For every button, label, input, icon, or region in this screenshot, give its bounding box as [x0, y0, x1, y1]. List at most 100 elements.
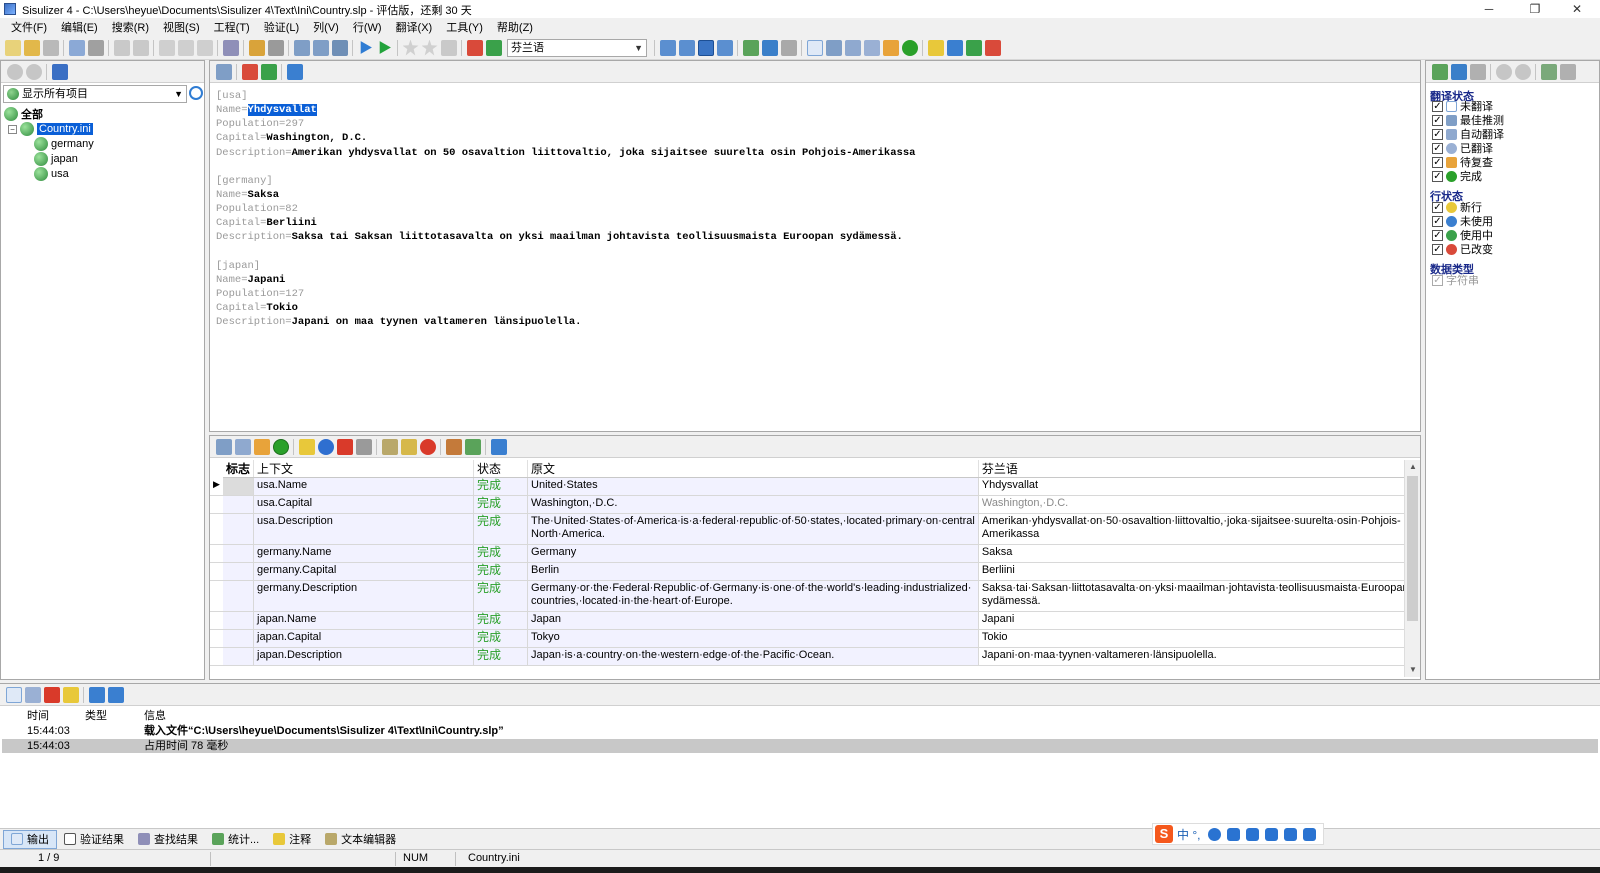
checkbox[interactable]: ✓ — [1432, 215, 1443, 227]
open-project-icon[interactable] — [23, 39, 40, 56]
translation-cell[interactable]: Amerikan·yhdysvallat·on·50·osavaltion·li… — [978, 513, 1419, 545]
preview-validate-icon[interactable] — [241, 63, 258, 80]
context-cell[interactable]: japan.Name — [253, 611, 475, 630]
checkbox[interactable]: ✓ — [1432, 170, 1443, 182]
translation-cell[interactable]: Japani·on·maa·tyynen·valtameren·länsipuo… — [978, 647, 1419, 666]
column-header-flag[interactable]: 标志 — [223, 460, 255, 478]
status-cell[interactable]: 完成 — [473, 544, 529, 563]
table-row[interactable]: japan.Description 完成 Japan·is·a·country·… — [210, 647, 1419, 666]
grid-auto-icon[interactable] — [234, 438, 251, 455]
comment-icon[interactable] — [400, 438, 417, 455]
filter-row-unused[interactable]: ✓ 未使用 — [1432, 214, 1493, 228]
cut-icon[interactable] — [158, 39, 175, 56]
grid-print-icon[interactable] — [355, 438, 372, 455]
log-row[interactable]: 15:44:03 占用时间 78 毫秒 — [2, 739, 1598, 753]
print-preview-icon[interactable] — [68, 39, 85, 56]
funnel-icon[interactable] — [780, 39, 797, 56]
new-project-icon[interactable] — [4, 39, 21, 56]
filter-complete[interactable]: ✓ 完成 — [1432, 169, 1482, 183]
status-cell[interactable]: 完成 — [473, 562, 529, 581]
context-cell[interactable]: japan.Description — [253, 647, 475, 666]
status-cell[interactable]: 完成 — [473, 647, 529, 666]
filter-icon[interactable] — [1431, 63, 1448, 80]
undo-icon[interactable] — [113, 39, 130, 56]
flag-cell[interactable] — [223, 562, 255, 581]
star-outline-icon[interactable] — [421, 39, 438, 56]
info-icon[interactable] — [317, 438, 334, 455]
column-header-context[interactable]: 上下文 — [253, 460, 475, 478]
flag-cell[interactable] — [223, 580, 255, 612]
checkbox[interactable]: ✓ — [1432, 229, 1443, 241]
original-cell[interactable]: Tokyo — [527, 629, 979, 648]
table-row[interactable]: usa.Capital 完成 Washington,·D.C. Washingt… — [210, 495, 1419, 514]
tab-comments[interactable]: 注释 — [266, 830, 318, 849]
row-unused-icon[interactable] — [946, 39, 963, 56]
table-row[interactable]: germany.Name 完成 Germany Saksa — [210, 544, 1419, 563]
grid-options-icon[interactable] — [490, 438, 507, 455]
original-cell[interactable]: Berlin — [527, 562, 979, 581]
back-icon[interactable] — [1495, 63, 1512, 80]
context-cell[interactable]: germany.Description — [253, 580, 475, 612]
flag-cell[interactable] — [223, 647, 255, 666]
grid-filter-icon[interactable] — [464, 438, 481, 455]
layout-horizontal-icon[interactable] — [697, 39, 714, 56]
exchange-icon[interactable] — [331, 39, 348, 56]
edit-icon[interactable] — [381, 438, 398, 455]
context-cell[interactable]: japan.Capital — [253, 629, 475, 648]
status-cell[interactable]: 完成 — [473, 477, 529, 496]
filter-row-changed[interactable]: ✓ 已改变 — [1432, 242, 1493, 256]
log-row[interactable]: 15:44:03 载入文件“C:\Users\heyue\Documents\S… — [0, 724, 1600, 738]
status-cell[interactable]: 完成 — [473, 611, 529, 630]
layout-grid-icon[interactable] — [678, 39, 695, 56]
language-select[interactable]: 芬兰语 ▼ — [507, 38, 647, 57]
tools-icon[interactable] — [312, 39, 329, 56]
tab-output[interactable]: 输出 — [3, 829, 57, 849]
ime-mode[interactable]: 中 °, — [1177, 826, 1200, 843]
checkbox[interactable]: ✓ — [1432, 243, 1443, 255]
tab-validation-results[interactable]: 验证结果 — [57, 830, 131, 849]
translation-cell[interactable]: Yhdysvallat — [978, 477, 1419, 496]
menu-tools[interactable]: 工具(Y) — [439, 19, 490, 35]
layout-icon[interactable] — [659, 39, 676, 56]
output-header-type[interactable]: 类型 — [85, 709, 107, 723]
tshirt-icon[interactable] — [1284, 827, 1298, 841]
scroll-up-icon[interactable]: ▲ — [1405, 460, 1421, 474]
lock-icon[interactable] — [298, 438, 315, 455]
status-cell[interactable]: 完成 — [473, 629, 529, 648]
column-header-translation[interactable]: 芬兰语 — [978, 460, 1419, 478]
status-cell[interactable]: 完成 — [473, 580, 529, 612]
keyboard-icon[interactable] — [1246, 827, 1260, 841]
flag-cell[interactable] — [223, 544, 255, 563]
original-cell[interactable]: United·States — [527, 477, 979, 496]
flag-cell[interactable] — [223, 611, 255, 630]
menu-help[interactable]: 帮助(Z) — [490, 19, 540, 35]
translation-cell[interactable]: Japani — [978, 611, 1419, 630]
filter-icon[interactable] — [742, 39, 759, 56]
checkbox[interactable]: ✓ — [1432, 201, 1443, 213]
menu-row[interactable]: 行(W) — [346, 19, 389, 35]
output-header-time[interactable]: 时间 — [27, 709, 49, 723]
status-cell[interactable]: 完成 — [473, 495, 529, 514]
context-cell[interactable]: usa.Description — [253, 513, 475, 545]
row-changed-icon[interactable] — [984, 39, 1001, 56]
back-icon[interactable] — [6, 63, 23, 80]
checkbox[interactable]: ✓ — [1432, 114, 1443, 126]
original-cell[interactable]: Japan·is·a·country·on·the·western·edge·o… — [527, 647, 979, 666]
ime-logo[interactable]: S — [1155, 825, 1173, 843]
tree-filter-select[interactable]: 显示所有项目 ▼ — [3, 85, 187, 103]
sync-icon[interactable] — [51, 63, 68, 80]
forward-icon[interactable] — [1514, 63, 1531, 80]
scroll-down-icon[interactable]: ▼ — [1405, 663, 1421, 677]
run-icon[interactable] — [360, 41, 372, 54]
output-copy-icon[interactable] — [24, 686, 41, 703]
minimize-button[interactable]: ─ — [1466, 0, 1512, 18]
tab-statistics[interactable]: 统计... — [205, 830, 266, 849]
tab-text-editor[interactable]: 文本编辑器 — [318, 830, 403, 849]
filter-row-new[interactable]: ✓ 新行 — [1432, 200, 1482, 214]
skin-icon[interactable] — [1265, 827, 1279, 841]
filter-auto-translated[interactable]: ✓ 自动翻译 — [1432, 127, 1504, 141]
translation-cell[interactable]: Saksa — [978, 544, 1419, 563]
table-row[interactable]: japan.Name 完成 Japan Japani — [210, 611, 1419, 630]
filter-best-guess[interactable]: ✓ 最佳推测 — [1432, 113, 1504, 127]
filter-row-in-use[interactable]: ✓ 使用中 — [1432, 228, 1493, 242]
